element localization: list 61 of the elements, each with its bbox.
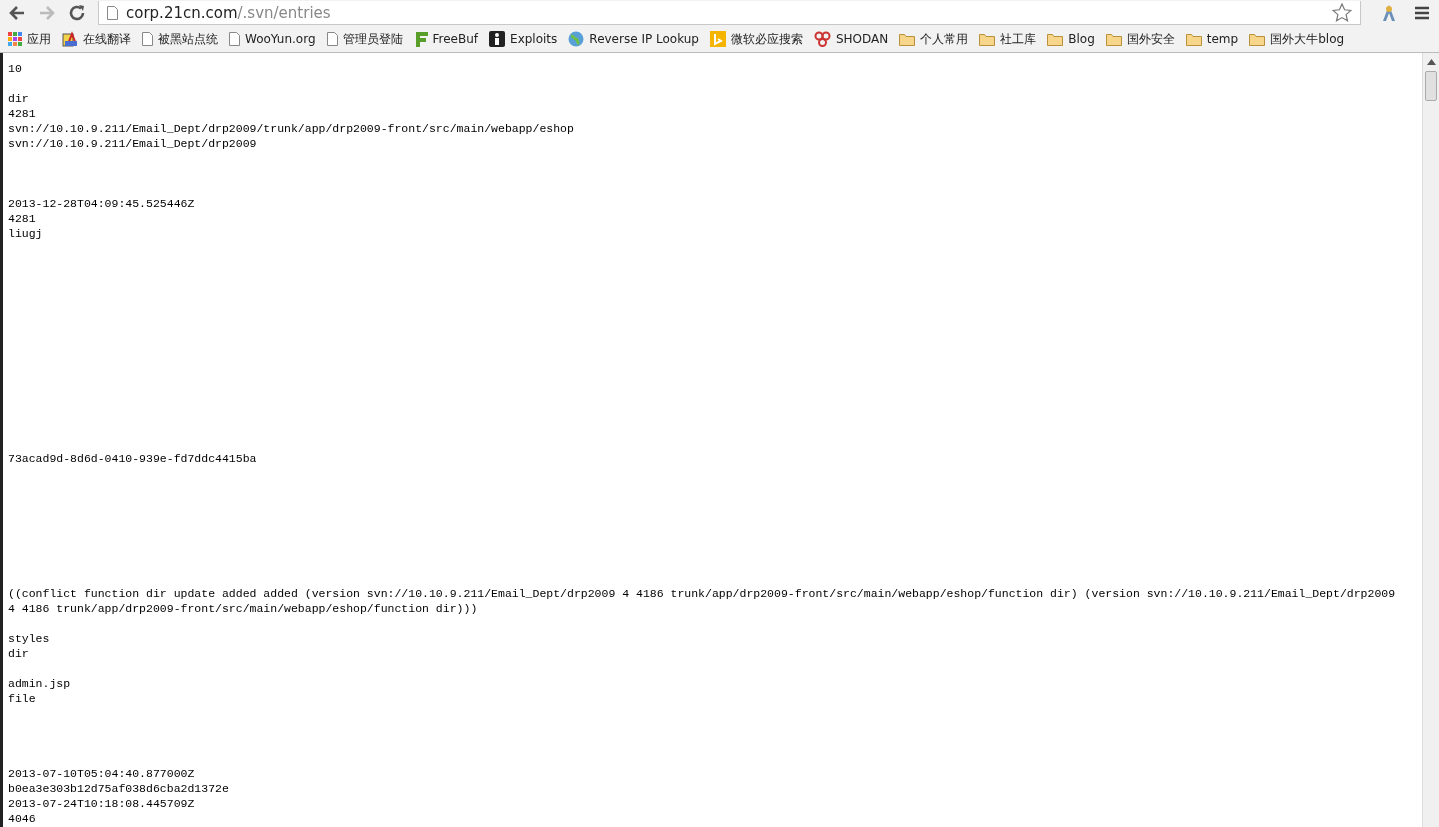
letter-f-icon (413, 31, 428, 47)
translate-icon (62, 31, 78, 47)
bookmark-link[interactable]: Exploits (489, 29, 558, 49)
bookmark-link[interactable]: 管理员登陆 (326, 28, 403, 50)
reload-icon[interactable] (68, 4, 86, 22)
bookmark-link[interactable]: temp (1185, 30, 1239, 48)
globe-icon (568, 31, 585, 47)
file-line: dir (8, 91, 30, 106)
file-line: file (8, 691, 37, 706)
file-line: b0ea3e303b12d75af038d6cba2d1372e (8, 781, 230, 796)
bookmark-link[interactable]: 微软必应搜索 (709, 28, 803, 50)
file-line: 2013-07-10T05:04:40.877000Z (8, 766, 196, 781)
bookmark-link[interactable]: FreeBuf (413, 29, 479, 49)
url-text: corp.21cn.com/.svn/entries (126, 3, 332, 22)
bookmark-link[interactable]: 应用 (8, 28, 51, 50)
bing-b-icon (709, 31, 726, 47)
folder-icon (1249, 32, 1266, 46)
bookmark-link[interactable]: SHODAN (813, 29, 889, 49)
menu-icon[interactable] (1415, 6, 1429, 20)
file-line: 4281 (8, 211, 37, 226)
bookmark-link[interactable]: Blog (1047, 30, 1095, 48)
rings-icon (813, 31, 831, 47)
file-line: liugj (8, 226, 44, 241)
file-line: svn://10.10.9.211/Email_Dept/drp2009 (8, 136, 258, 151)
bookmark-link[interactable]: 在线翻译 (62, 28, 131, 50)
file-line: 10 (8, 61, 23, 76)
page-icon (229, 32, 240, 46)
page-icon (326, 32, 338, 46)
scrollbar[interactable] (1422, 53, 1439, 827)
bookmark-link[interactable]: 国外安全 (1105, 28, 1175, 50)
file-line: 73acad9d-8d6d-0410-939e-fd7ddc4415ba (8, 451, 258, 466)
file-line: 2013-07-24T10:18:08.445709Z (8, 796, 196, 811)
file-line: admin.jsp (8, 676, 72, 691)
bookmark-link[interactable]: 社工库 (979, 28, 1037, 50)
file-line: dir (8, 646, 30, 661)
extension-icon[interactable] (1381, 4, 1397, 22)
file-line: 4046 (8, 811, 37, 826)
file-line: styles (8, 631, 51, 646)
apps-grid-icon (8, 32, 22, 46)
file-line: svn://10.10.9.211/Email_Dept/drp2009/trunk/app/drp2009-front/src/main/webapp/eshop (8, 121, 575, 136)
file-line: 4281 (8, 106, 37, 121)
figure-icon (489, 31, 506, 47)
back-icon[interactable] (8, 5, 26, 21)
page-icon (107, 5, 118, 20)
scroll-thumb[interactable] (1425, 71, 1437, 101)
folder-icon (1105, 32, 1122, 46)
scroll-up-icon[interactable] (1426, 59, 1436, 65)
folder-icon (1185, 32, 1202, 46)
page-icon (142, 32, 153, 46)
file-line: ((conflict function dir update added added (version svn://10.10.9.211/Email_Dept/drp2009 4 4186 trunk/app/drp2009-front/src/main/webapp/eshop/function dir) (version svn://10.10.9.211/Email_Dept/drp2009 4 4186 trunk/app/drp2009-front/src/main/webapp/eshop/function dir))) (8, 586, 1397, 616)
folder-icon (1047, 32, 1064, 46)
address-bar[interactable]: corp.21cn.com/.svn/entries (98, 1, 1361, 25)
bookmark-link[interactable]: WooYun.org (229, 30, 316, 48)
bookmark-link[interactable]: 被黑站点统 (142, 28, 218, 50)
folder-icon (899, 32, 916, 46)
file-line: 2013-12-28T04:09:45.525446Z (8, 196, 196, 211)
star-icon[interactable] (1332, 3, 1352, 22)
bookmark-link[interactable]: Reverse IP Lookup (568, 29, 699, 49)
bookmark-link[interactable]: 个人常用 (899, 28, 969, 50)
bookmark-link[interactable]: 国外大牛blog (1249, 28, 1345, 50)
folder-icon (979, 32, 996, 46)
